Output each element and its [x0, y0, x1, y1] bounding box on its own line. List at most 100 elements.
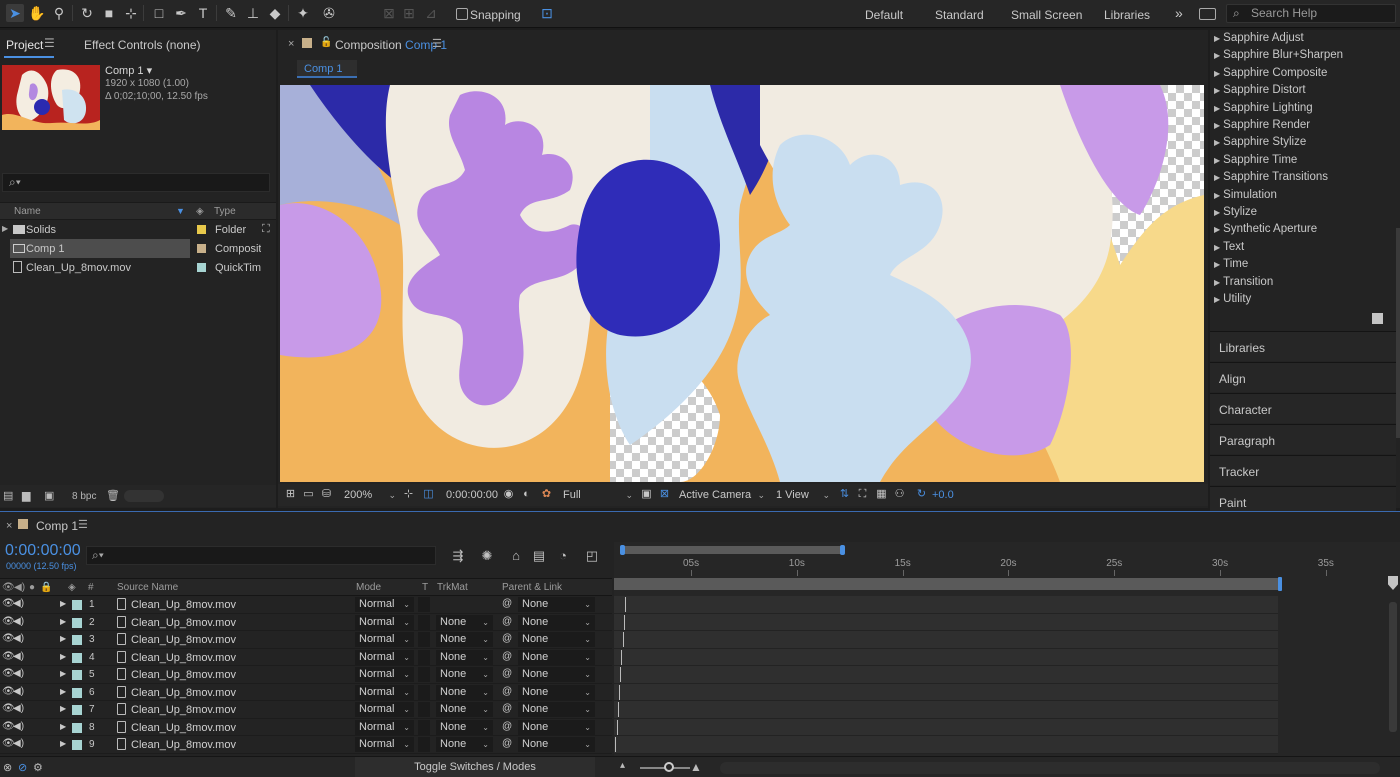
layer-track-bar[interactable]: [614, 648, 1278, 666]
parent-dropdown[interactable]: None ⌄: [518, 649, 595, 665]
always-preview-icon[interactable]: ⊞: [284, 488, 297, 501]
layer-in-point-marker[interactable]: [623, 614, 625, 630]
parent-dropdown[interactable]: None ⌄: [518, 632, 595, 647]
region-of-interest-icon[interactable]: ◫: [422, 488, 435, 501]
layer-name[interactable]: Clean_Up_8mov.mov: [131, 704, 236, 716]
snapshot-icon[interactable]: ◉: [502, 488, 515, 501]
track-matte-dropdown[interactable]: None ⌄: [436, 719, 493, 735]
layer-row[interactable]: 👁 ◀) ▶ 1 Clean_Up_8mov.mov Normal ⌄ @ None ⌄: [0, 596, 612, 614]
layer-row[interactable]: 👁 ◀) ▶ 6 Clean_Up_8mov.mov Normal ⌄ None ⌄ @ None ⌄: [0, 683, 612, 701]
layer-in-point-marker[interactable]: [615, 737, 617, 752]
zoom-out-icon[interactable]: ▴: [620, 760, 625, 771]
fast-previews-icon[interactable]: ▣: [640, 488, 653, 501]
pick-whip-icon[interactable]: @: [502, 686, 512, 697]
search-help-input[interactable]: ⌕ Search Help: [1226, 4, 1396, 23]
project-search-input[interactable]: ⌕▾: [2, 173, 270, 192]
type-tool-icon[interactable]: T: [194, 4, 212, 22]
layer-name[interactable]: Clean_Up_8mov.mov: [131, 652, 236, 664]
transfer-controls-icon[interactable]: ⊘: [18, 761, 27, 774]
hand-tool-icon[interactable]: ✋: [28, 4, 46, 22]
layer-name[interactable]: Clean_Up_8mov.mov: [131, 669, 236, 681]
close-icon[interactable]: ×: [288, 38, 294, 50]
label-swatch[interactable]: [72, 600, 82, 610]
sort-desc-icon[interactable]: ▼: [176, 206, 185, 216]
label-swatch[interactable]: [72, 617, 82, 628]
snap-options-icon[interactable]: ⊡: [538, 4, 556, 22]
parent-dropdown[interactable]: None ⌄: [518, 597, 595, 612]
pick-whip-icon[interactable]: @: [502, 738, 512, 749]
blend-mode-dropdown[interactable]: Normal ⌄: [355, 649, 414, 665]
effect-category-sapphire-composite[interactable]: ▶ Sapphire Composite: [1214, 67, 1327, 79]
layer-track-bar[interactable]: [614, 596, 1278, 614]
reset-exposure-icon[interactable]: ↻: [915, 488, 928, 501]
mask-visibility-icon[interactable]: ⛁: [320, 488, 333, 501]
workspace-libraries[interactable]: Libraries: [1104, 8, 1150, 22]
label-swatch[interactable]: [197, 244, 206, 253]
layer-in-point-marker[interactable]: [617, 702, 619, 717]
preserve-transparency-toggle[interactable]: [418, 632, 430, 647]
effect-category-time[interactable]: ▶ Time: [1214, 258, 1248, 270]
preserve-transparency-toggle[interactable]: [418, 614, 430, 630]
tab-effect-controls[interactable]: Effect Controls (none): [84, 38, 201, 52]
expand-arrow-icon[interactable]: ▶: [60, 739, 66, 748]
magnification-dropdown[interactable]: 200% ⌄: [344, 487, 396, 503]
eraser-tool-icon[interactable]: ◆: [266, 4, 284, 22]
label-swatch[interactable]: [72, 635, 82, 645]
workspace-small-screen[interactable]: Small Screen: [1011, 8, 1082, 22]
label-column-icon[interactable]: ◈: [196, 206, 204, 217]
layer-row[interactable]: 👁 ◀) ▶ 7 Clean_Up_8mov.mov Normal ⌄ None ⌄ @ None ⌄: [0, 701, 612, 719]
effects-scrollbar[interactable]: [1396, 228, 1400, 438]
color-channels-icon[interactable]: ✿: [540, 488, 553, 501]
workspace-standard[interactable]: Standard: [935, 8, 984, 22]
thumbnail-scrollbar[interactable]: [124, 490, 164, 502]
project-item-clean-up-mov[interactable]: Clean_Up_8mov.mov QuickTime: [0, 258, 276, 277]
comp-duration-bar[interactable]: [614, 578, 1278, 590]
blend-mode-dropdown[interactable]: Normal ⌄: [355, 684, 414, 700]
track-matte-dropdown[interactable]: None ⌄: [436, 667, 493, 682]
audio-icon[interactable]: ◀): [13, 703, 24, 714]
expand-arrow-icon[interactable]: ▶: [60, 687, 66, 696]
blend-mode-dropdown[interactable]: Normal ⌄: [355, 632, 414, 647]
snapping-checkbox[interactable]: [456, 8, 468, 20]
layer-track-bar[interactable]: [614, 666, 1278, 684]
toggle-pixel-aspect-icon[interactable]: ⇅: [838, 488, 851, 501]
preserve-transparency-toggle[interactable]: [418, 667, 430, 682]
track-matte-dropdown[interactable]: None ⌄: [436, 684, 493, 700]
viewer-timecode[interactable]: 0:00:00:00: [446, 489, 498, 501]
timeline-horizontal-scrollbar[interactable]: [720, 762, 1380, 774]
roto-brush-tool-icon[interactable]: ✦: [294, 4, 312, 22]
layer-track-bar[interactable]: [614, 736, 1278, 754]
rotation-tool-icon[interactable]: ↻: [78, 4, 96, 22]
current-time-indicator-icon[interactable]: [1388, 576, 1398, 590]
effect-category-stylize[interactable]: ▶ Stylize: [1214, 206, 1257, 218]
tab-project[interactable]: Project: [6, 38, 43, 52]
camera-tool-icon[interactable]: ■: [100, 4, 118, 22]
panel-menu-icon[interactable]: ☰: [78, 518, 88, 531]
frame-blending-icon[interactable]: ▤: [531, 548, 547, 564]
audio-icon[interactable]: ◀): [13, 598, 24, 609]
layer-row[interactable]: 👁 ◀) ▶ 2 Clean_Up_8mov.mov Normal ⌄ None ⌄ @ None ⌄: [0, 613, 612, 631]
project-item-comp-1[interactable]: Comp 1 Composition: [0, 239, 276, 258]
layer-in-point-marker[interactable]: [616, 719, 618, 735]
label-swatch[interactable]: [72, 687, 82, 698]
column-trkmat[interactable]: TrkMat: [437, 582, 468, 593]
layer-name[interactable]: Clean_Up_8mov.mov: [131, 687, 236, 699]
show-snapshot-icon[interactable]: ◐: [520, 488, 533, 501]
pan-behind-tool-icon[interactable]: ⊹: [122, 4, 140, 22]
preserve-transparency-toggle[interactable]: [418, 702, 430, 717]
layer-in-point-marker[interactable]: [625, 597, 626, 612]
layer-name[interactable]: Clean_Up_8mov.mov: [131, 722, 236, 734]
trash-icon[interactable]: 🗑: [106, 489, 120, 502]
comp-subtab[interactable]: Comp 1: [297, 60, 357, 78]
layer-track-bar[interactable]: [614, 631, 1278, 649]
track-matte-dropdown[interactable]: None ⌄: [436, 649, 493, 665]
panel-menu-icon[interactable]: ☰: [432, 37, 442, 50]
timeline-icon[interactable]: ▦: [875, 488, 888, 501]
label-swatch[interactable]: [72, 722, 82, 733]
puppet-pin-tool-icon[interactable]: ✇: [320, 4, 338, 22]
current-time-display[interactable]: 0:00:00:00: [5, 542, 81, 560]
pick-whip-icon[interactable]: @: [502, 703, 512, 714]
blend-mode-dropdown[interactable]: Normal ⌄: [355, 702, 414, 717]
column-source-name[interactable]: Source Name: [117, 582, 178, 593]
timeline-vertical-scrollbar[interactable]: [1386, 542, 1400, 772]
